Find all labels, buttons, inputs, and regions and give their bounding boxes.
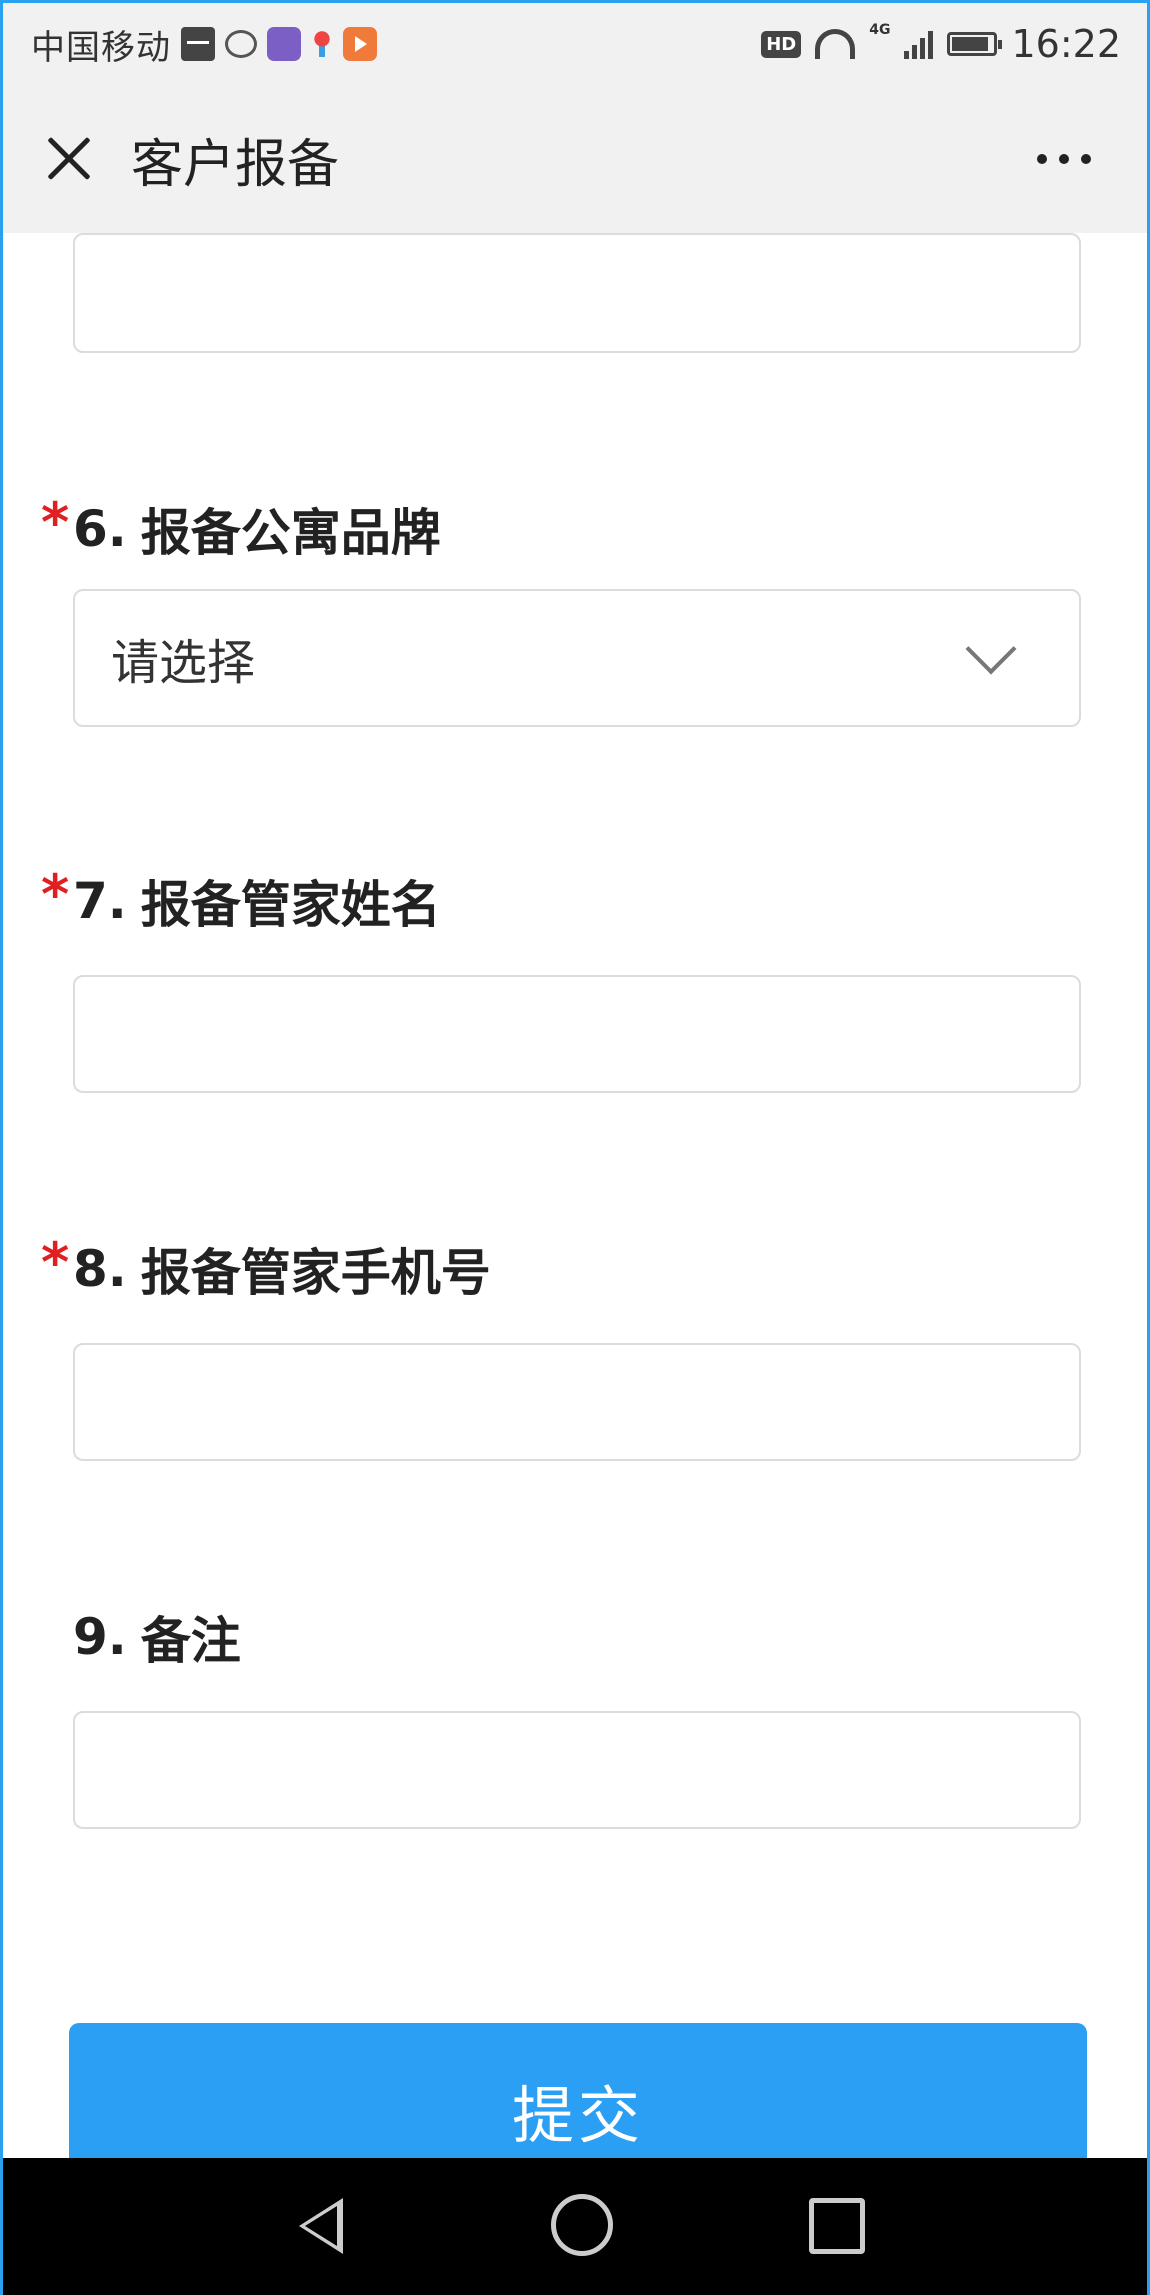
field-label-text: 报备公寓品牌	[140, 504, 441, 562]
field-number: 9.	[73, 1608, 127, 1666]
hd-voice-icon: HD	[761, 30, 802, 58]
field-number: 6.	[73, 500, 127, 558]
battery-icon	[947, 32, 1003, 56]
network-type-label: 4G	[869, 22, 891, 38]
home-icon[interactable]	[551, 2194, 613, 2256]
battery-level-fill	[952, 37, 989, 51]
screen: 中国移动 HD 4G 16:22 客户报备 * 6. 报备公寓品牌 请选择 * …	[0, 0, 1150, 2295]
app-header: 客户报备	[3, 85, 1147, 233]
notification-icons	[181, 27, 377, 61]
back-icon[interactable]	[299, 2198, 343, 2254]
field-label-steward-name: 7. 报备管家姓名	[73, 865, 441, 937]
steward-phone-input[interactable]	[73, 1343, 1081, 1461]
system-navigation-bar	[3, 2158, 1147, 2295]
field-label-text: 报备管家手机号	[140, 1244, 491, 1302]
recent-apps-icon[interactable]	[809, 2198, 865, 2254]
carrier-name: 中国移动	[31, 27, 171, 68]
required-marker: *	[41, 863, 70, 926]
field-label-apartment-brand: 6. 报备公寓品牌	[73, 493, 441, 565]
required-marker: *	[41, 491, 70, 554]
system-indicators: HD 4G 16:22	[761, 22, 1121, 66]
app-notification-icon	[267, 27, 301, 61]
wifi-icon	[815, 29, 856, 59]
field-label-text: 备注	[140, 1612, 241, 1670]
field-label-text: 报备管家姓名	[140, 876, 441, 934]
field-label-remarks: 9. 备注	[73, 1601, 241, 1673]
clock: 16:22	[1011, 22, 1121, 66]
apartment-brand-select[interactable]: 请选择	[73, 589, 1081, 727]
activity-monitor-icon	[181, 27, 215, 61]
previous-field-input[interactable]	[73, 233, 1081, 353]
more-options-icon[interactable]	[1037, 154, 1091, 164]
steward-name-input[interactable]	[73, 975, 1081, 1093]
status-bar: 中国移动 HD 4G 16:22	[3, 3, 1147, 85]
field-number: 8.	[73, 1240, 127, 1298]
location-pin-icon	[311, 27, 333, 61]
required-marker: *	[41, 1231, 70, 1294]
chat-bubble-icon	[225, 30, 257, 58]
field-label-steward-phone: 8. 报备管家手机号	[73, 1233, 491, 1305]
field-number: 7.	[73, 872, 127, 930]
video-play-icon	[343, 27, 377, 61]
chevron-down-icon	[965, 623, 1017, 675]
page-title: 客户报备	[131, 134, 340, 195]
select-placeholder: 请选择	[111, 635, 256, 691]
close-icon[interactable]	[39, 129, 99, 189]
remarks-input[interactable]	[73, 1711, 1081, 1829]
signal-strength-icon	[904, 29, 934, 59]
submit-button-label: 提交	[511, 2079, 644, 2152]
